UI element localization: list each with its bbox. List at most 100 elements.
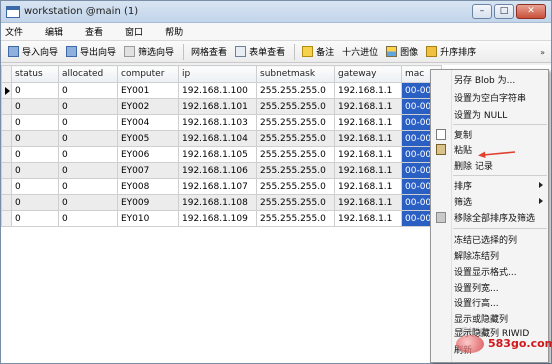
context-menu-item[interactable]: 另存 Blob 为... (431, 72, 548, 87)
table-cell-computer[interactable]: EY004 (117, 114, 179, 131)
table-cell-status[interactable]: 0 (11, 194, 59, 211)
context-menu-item[interactable]: 冻结已选择的列 (431, 232, 548, 247)
context-menu-item[interactable]: 设置列宽... (431, 280, 548, 295)
filter-wizard-button[interactable]: 筛选向导 (121, 43, 177, 61)
context-menu-item[interactable]: 移除全部排序及筛选 (431, 210, 548, 225)
table-cell-status[interactable]: 0 (11, 210, 59, 227)
table-cell-gateway[interactable]: 192.168.1.1 (334, 194, 402, 211)
table-cell-subnetmask[interactable]: 255.255.255.0 (256, 130, 335, 147)
table-cell-computer[interactable]: EY007 (117, 162, 179, 179)
menu-edit[interactable]: 编辑 (45, 25, 63, 38)
table-cell-subnetmask[interactable]: 255.255.255.0 (256, 146, 335, 163)
table-cell-ip[interactable]: 192.168.1.106 (178, 162, 257, 179)
table-row[interactable]: 0 0 EY005 192.168.1.104 255.255.255.0 192.168… (1, 130, 442, 147)
import-wizard-button[interactable]: 导入向导 (5, 43, 61, 61)
grid-view-button[interactable]: 网格查看 (1, 43, 551, 363)
table-cell-gateway[interactable]: 192.168.1.1 (334, 146, 402, 163)
hex-button[interactable]: 十六进位 (1, 43, 551, 363)
row-indicator[interactable] (1, 146, 12, 163)
row-indicator[interactable] (1, 210, 12, 227)
table-cell-status[interactable]: 0 (11, 146, 59, 163)
row-indicator[interactable] (1, 130, 12, 147)
column-header-allocated[interactable]: allocated (58, 65, 118, 83)
row-indicator[interactable] (1, 98, 12, 115)
table-cell-status[interactable]: 0 (11, 178, 59, 195)
menu-file[interactable]: 文件 (5, 25, 23, 38)
row-indicator[interactable] (1, 194, 12, 211)
sort-ascending-button[interactable]: 升序排序 (423, 43, 479, 61)
table-cell-allocated[interactable]: 0 (58, 130, 118, 147)
table-row[interactable]: 0 0 EY006 192.168.1.105 255.255.255.0 192.168… (1, 146, 442, 163)
table-cell-allocated[interactable]: 0 (58, 146, 118, 163)
table-cell-subnetmask[interactable]: 255.255.255.0 (256, 82, 335, 99)
table-cell-ip[interactable]: 192.168.1.107 (178, 178, 257, 195)
table-cell-allocated[interactable]: 0 (58, 210, 118, 227)
table-row[interactable]: 0 0 EY007 192.168.1.106 255.255.255.0 192.168… (1, 162, 442, 179)
table-row[interactable]: 0 0 EY009 192.168.1.108 255.255.255.0 192.168… (1, 194, 442, 211)
table-cell-computer[interactable]: EY008 (117, 178, 179, 195)
table-cell-gateway[interactable]: 192.168.1.1 (334, 210, 402, 227)
row-indicator[interactable] (1, 114, 12, 131)
table-cell-computer[interactable]: EY010 (117, 210, 179, 227)
close-button[interactable]: ✕ (516, 4, 546, 19)
table-cell-allocated[interactable]: 0 (58, 114, 118, 131)
table-cell-status[interactable]: 0 (11, 82, 59, 99)
context-menu-item[interactable]: 复制 (431, 127, 548, 142)
table-cell-subnetmask[interactable]: 255.255.255.0 (256, 210, 335, 227)
table-cell-ip[interactable]: 192.168.1.103 (178, 114, 257, 131)
context-menu-item[interactable]: 显示或隐藏列 (431, 311, 548, 326)
table-cell-subnetmask[interactable]: 255.255.255.0 (256, 114, 335, 131)
table-cell-subnetmask[interactable]: 255.255.255.0 (256, 194, 335, 211)
table-cell-computer[interactable]: EY002 (117, 98, 179, 115)
memo-button[interactable]: 备注 (299, 43, 337, 61)
table-cell-subnetmask[interactable]: 255.255.255.0 (256, 178, 335, 195)
export-wizard-button[interactable]: 导出向导 (63, 43, 119, 61)
column-header-subnetmask[interactable]: subnetmask (256, 65, 335, 83)
table-cell-status[interactable]: 0 (11, 130, 59, 147)
table-cell-computer[interactable]: EY009 (117, 194, 179, 211)
table-cell-status[interactable]: 0 (11, 114, 59, 131)
menu-help[interactable]: 帮助 (165, 25, 183, 38)
toolbar-overflow-icon[interactable]: » (540, 48, 545, 57)
table-cell-gateway[interactable]: 192.168.1.1 (334, 130, 402, 147)
form-view-button[interactable]: 表单查看 (232, 43, 288, 61)
table-cell-allocated[interactable]: 0 (58, 82, 118, 99)
column-header-status[interactable]: status (11, 65, 59, 83)
table-cell-subnetmask[interactable]: 255.255.255.0 (256, 98, 335, 115)
table-cell-gateway[interactable]: 192.168.1.1 (334, 178, 402, 195)
minimize-button[interactable]: – (472, 4, 492, 19)
table-cell-computer[interactable]: EY001 (117, 82, 179, 99)
context-menu-item[interactable]: 设置显示格式... (431, 264, 548, 279)
column-header-gateway[interactable]: gateway (334, 65, 402, 83)
table-cell-gateway[interactable]: 192.168.1.1 (334, 82, 402, 99)
table-cell-allocated[interactable]: 0 (58, 194, 118, 211)
context-menu-item[interactable]: 解除冻结列 (431, 248, 548, 263)
table-cell-ip[interactable]: 192.168.1.104 (178, 130, 257, 147)
table-cell-subnetmask[interactable]: 255.255.255.0 (256, 162, 335, 179)
current-row-indicator-icon[interactable] (1, 82, 12, 99)
table-cell-ip[interactable]: 192.168.1.109 (178, 210, 257, 227)
maximize-button[interactable]: □ (494, 4, 514, 19)
table-row[interactable]: 0 0 EY008 192.168.1.107 255.255.255.0 192.168… (1, 178, 442, 195)
table-cell-ip[interactable]: 192.168.1.105 (178, 146, 257, 163)
context-menu-item[interactable]: 设置为 NULL (431, 107, 548, 122)
table-cell-ip[interactable]: 192.168.1.108 (178, 194, 257, 211)
context-menu-item[interactable]: 排序 (431, 178, 548, 193)
column-header-computer[interactable]: computer (117, 65, 179, 83)
row-indicator[interactable] (1, 162, 12, 179)
context-menu-item[interactable]: 设置为空白字符串 (431, 90, 548, 105)
table-row[interactable]: 0 0 EY002 192.168.1.101 255.255.255.0 192.168… (1, 98, 442, 115)
menu-view[interactable]: 查看 (85, 25, 103, 38)
table-cell-gateway[interactable]: 192.168.1.1 (334, 162, 402, 179)
context-menu-item[interactable]: 设置行高... (431, 295, 548, 310)
menu-window[interactable]: 窗口 (125, 25, 143, 38)
image-button[interactable]: 图像 (383, 43, 421, 61)
table-cell-gateway[interactable]: 192.168.1.1 (334, 114, 402, 131)
table-cell-ip[interactable]: 192.168.1.100 (178, 82, 257, 99)
context-menu-item[interactable]: 删除 记录 (431, 158, 548, 173)
table-row[interactable]: 0 0 EY001 192.168.1.100 255.255.255.0 192.168… (1, 82, 442, 99)
table-cell-status[interactable]: 0 (11, 98, 59, 115)
table-cell-allocated[interactable]: 0 (58, 162, 118, 179)
table-cell-status[interactable]: 0 (11, 162, 59, 179)
table-cell-computer[interactable]: EY005 (117, 130, 179, 147)
